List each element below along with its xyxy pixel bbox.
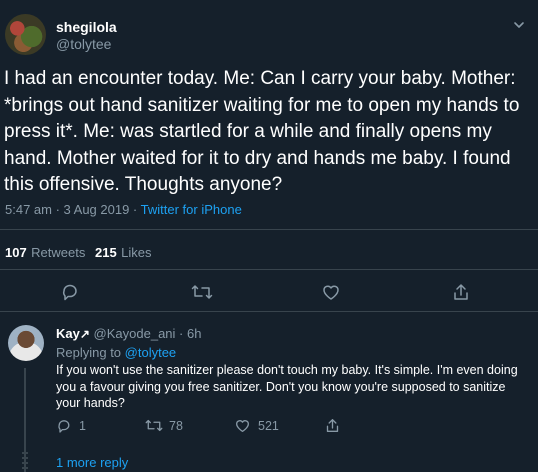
divider bbox=[0, 229, 538, 230]
reply-like-icon[interactable] bbox=[234, 418, 251, 433]
likes-stat[interactable]: 215 Likes bbox=[95, 244, 152, 262]
reply-count: 1 bbox=[79, 419, 86, 433]
reply-share-icon[interactable] bbox=[325, 417, 340, 434]
likes-count: 215 bbox=[95, 245, 117, 260]
divider bbox=[0, 311, 538, 312]
reply-retweet-icon[interactable] bbox=[145, 418, 163, 433]
reply-text: If you won't use the sanitizer please do… bbox=[56, 362, 526, 412]
like-icon[interactable] bbox=[321, 283, 341, 301]
tweet-text-line: *brings out hand sanitizer waiting for m… bbox=[4, 94, 520, 116]
retweet-icon[interactable] bbox=[191, 283, 213, 301]
reply-header: Kay↗ @Kayode_ani · 6h bbox=[56, 326, 201, 341]
chevron-down-icon[interactable] bbox=[512, 18, 526, 32]
tweet-text-line: I had an encounter today. Me: Can I carr… bbox=[4, 68, 516, 89]
replying-to-handle[interactable]: @tolytee bbox=[125, 345, 177, 360]
reply-author-handle[interactable]: @Kayode_ani · 6h bbox=[94, 326, 202, 341]
likes-label: Likes bbox=[121, 245, 152, 260]
reply-icon[interactable] bbox=[60, 282, 80, 302]
thread-dots bbox=[22, 452, 28, 472]
more-replies-link[interactable]: 1 more reply bbox=[56, 455, 128, 470]
replying-to: Replying to @tolytee bbox=[56, 345, 176, 360]
retweets-count: 107 bbox=[5, 245, 27, 260]
reply-author-avatar[interactable] bbox=[8, 325, 44, 361]
tweet-meta: 5:47 am · 3 Aug 2019 · Twitter for iPhon… bbox=[5, 202, 242, 217]
reply-author-badge: ↗ bbox=[79, 327, 90, 341]
reply-author-name[interactable]: Kay bbox=[56, 326, 80, 341]
tweet-text-line: hand. Mother waited for it to dry and ha… bbox=[4, 147, 511, 169]
tweet-source[interactable]: Twitter for iPhone bbox=[141, 202, 242, 217]
tweet-text-line: press it*. Me: was startled for a while … bbox=[4, 121, 492, 142]
reply-like-count: 521 bbox=[258, 419, 279, 433]
divider bbox=[0, 269, 538, 270]
retweets-label: Retweets bbox=[31, 245, 86, 260]
reply-reply-icon[interactable] bbox=[56, 418, 72, 434]
tweet-text: I had an encounter today. Me: Can I carr… bbox=[4, 66, 534, 199]
share-icon[interactable] bbox=[452, 282, 470, 302]
reply-text-line: your hands? bbox=[56, 396, 125, 410]
retweets-stat[interactable]: 107 Retweets bbox=[5, 244, 85, 262]
reply-text-line: you a favour giving you free sanitizer. … bbox=[56, 379, 506, 394]
author-name[interactable]: shegilola bbox=[56, 19, 117, 35]
author-handle[interactable]: @tolytee bbox=[56, 36, 111, 52]
reply-text-line: If you won't use the sanitizer please do… bbox=[56, 363, 518, 377]
author-avatar[interactable] bbox=[5, 14, 46, 55]
tweet-timestamp[interactable]: 5:47 am · 3 Aug 2019 · bbox=[5, 202, 141, 217]
reply-retweet-count: 78 bbox=[169, 419, 183, 433]
replying-to-label: Replying to bbox=[56, 345, 125, 360]
tweet-text-line: this offensive. Thoughts anyone? bbox=[4, 174, 283, 195]
